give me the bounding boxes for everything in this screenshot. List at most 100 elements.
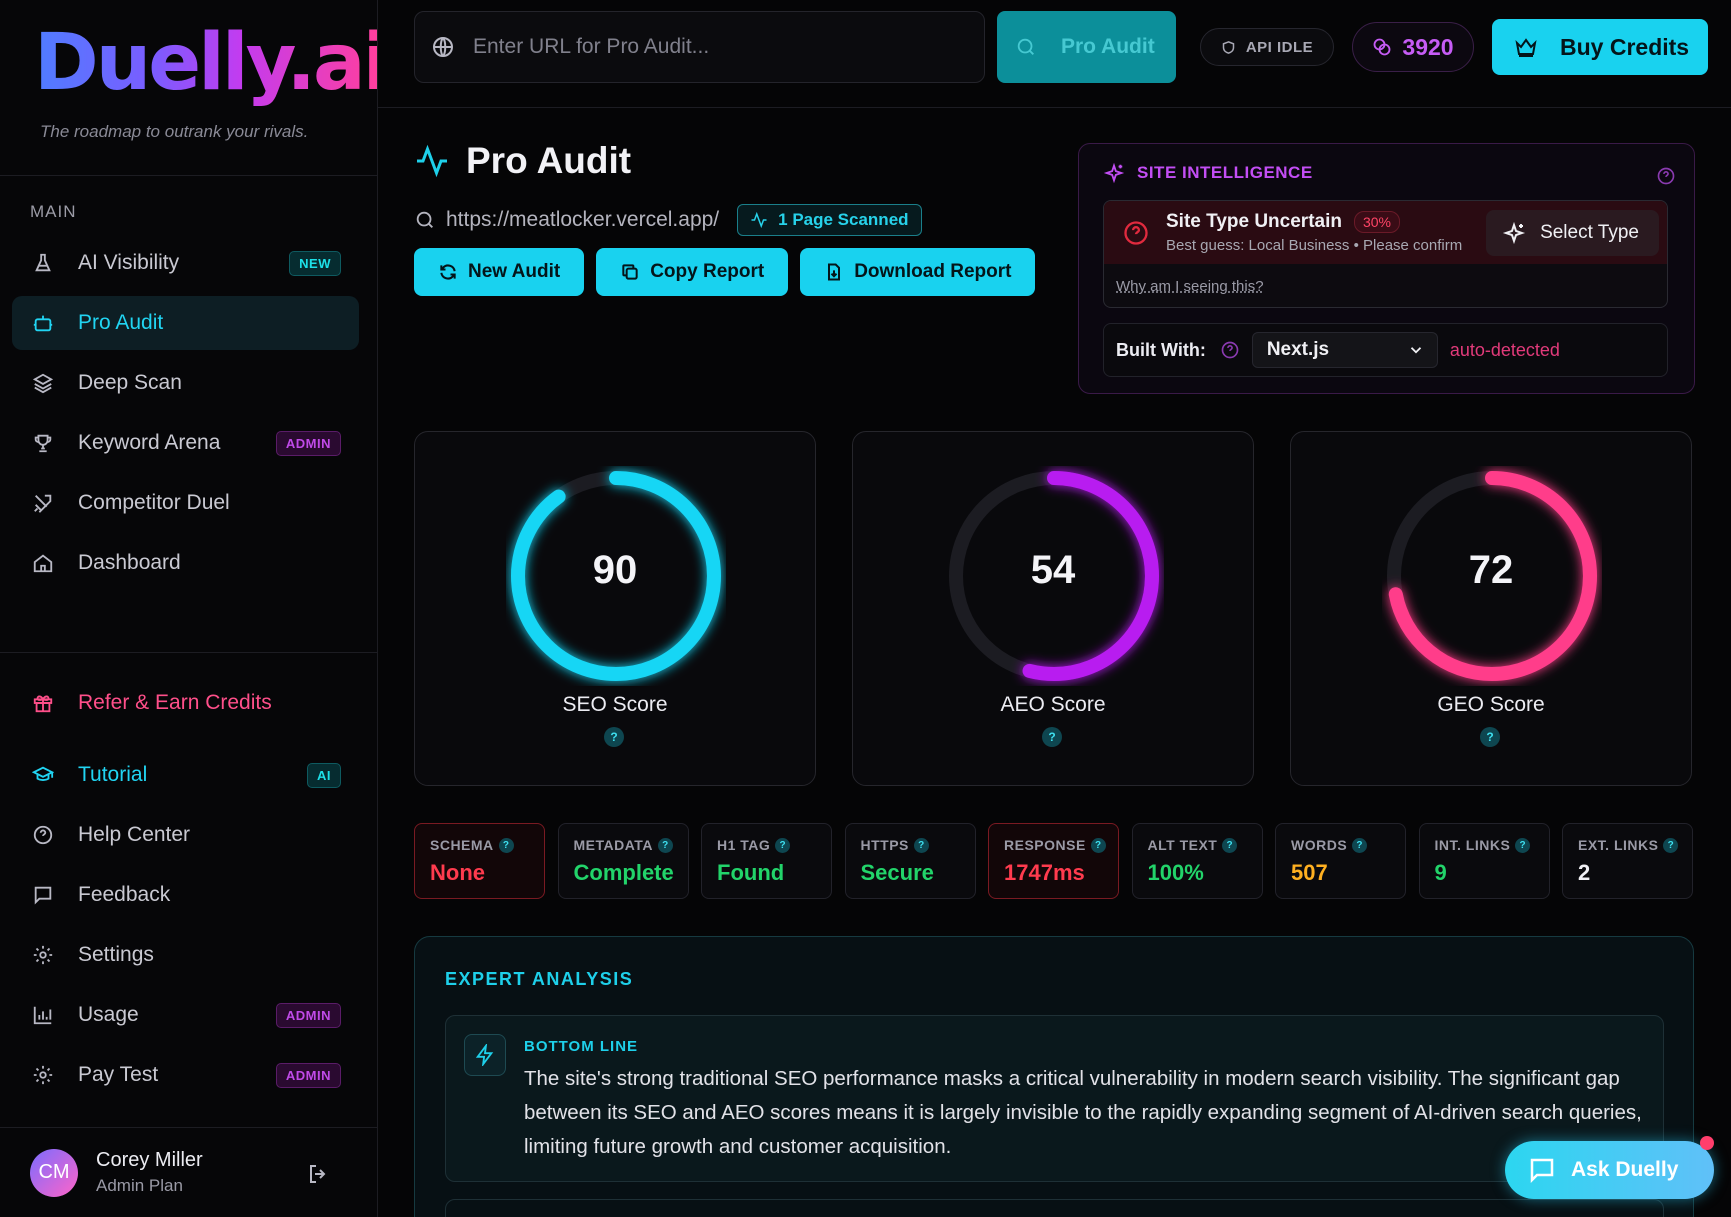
admin-badge: ADMIN bbox=[275, 431, 341, 456]
framework-select[interactable]: Next.js bbox=[1251, 332, 1438, 368]
why-link[interactable]: Why am I seeing this? bbox=[1104, 264, 1667, 295]
help-icon[interactable]: ? bbox=[1515, 837, 1531, 853]
help-icon[interactable] bbox=[1220, 340, 1240, 360]
url-field[interactable] bbox=[414, 11, 985, 83]
audited-url[interactable]: https://meatlocker.vercel.app/ bbox=[446, 208, 719, 232]
topbar: Pro Audit API IDLE 3920 Buy Credits bbox=[378, 0, 1731, 108]
site-type-warning: Site Type Uncertain 30% Best guess: Loca… bbox=[1104, 201, 1667, 264]
search-icon bbox=[1015, 36, 1037, 58]
sidebar-item-ai-visibility[interactable]: AI Visibility NEW bbox=[12, 236, 359, 290]
sidebar-item-label: Deep Scan bbox=[78, 371, 182, 394]
sparkles-icon bbox=[1502, 221, 1526, 245]
help-icon[interactable]: ? bbox=[1663, 837, 1679, 853]
metric-label-row: METADATA? bbox=[574, 837, 688, 853]
sidebar-item-help-center[interactable]: Help Center bbox=[12, 808, 359, 862]
robot-icon bbox=[30, 310, 56, 336]
sidebar-item-feedback[interactable]: Feedback bbox=[12, 868, 359, 922]
activity-icon bbox=[414, 143, 450, 179]
credits-badge[interactable]: 3920 bbox=[1352, 22, 1474, 72]
metric-label-row: HTTPS? bbox=[861, 837, 975, 853]
help-icon[interactable]: ? bbox=[1090, 837, 1106, 853]
metric-alt-text: ALT TEXT? 100% bbox=[1131, 823, 1263, 899]
next-analysis-card bbox=[445, 1199, 1664, 1217]
confidence-badge: 30% bbox=[1353, 211, 1401, 233]
gear-icon bbox=[30, 1062, 56, 1088]
ask-duelly-button[interactable]: Ask Duelly bbox=[1505, 1141, 1714, 1199]
built-with-row: Built With: Next.js auto-detected bbox=[1103, 323, 1668, 377]
refresh-icon bbox=[438, 262, 458, 282]
sidebar-item-label: Dashboard bbox=[78, 551, 181, 574]
user-plan: Admin Plan bbox=[96, 1176, 183, 1195]
download-report-button[interactable]: Download Report bbox=[800, 248, 1036, 296]
score-card-geo: 72 GEO Score? bbox=[1290, 431, 1692, 786]
sidebar-item-settings[interactable]: Settings bbox=[12, 928, 359, 982]
sidebar-item-label: Keyword Arena bbox=[78, 431, 221, 454]
help-icon[interactable] bbox=[1656, 166, 1676, 186]
sidebar-divider bbox=[0, 652, 378, 653]
metric-label-row: WORDS? bbox=[1291, 837, 1405, 853]
expert-analysis-title: EXPERT ANALYSIS bbox=[445, 969, 634, 989]
buy-credits-button[interactable]: Buy Credits bbox=[1492, 19, 1708, 75]
metric-words: WORDS? 507 bbox=[1275, 823, 1406, 899]
site-intelligence-title-text: SITE INTELLIGENCE bbox=[1137, 163, 1313, 182]
metric-label: H1 TAG bbox=[717, 837, 771, 853]
site-type-title: Site Type Uncertain bbox=[1166, 211, 1342, 232]
metric-label: HTTPS bbox=[860, 837, 909, 853]
bottom-line-title: BOTTOM LINE bbox=[524, 1038, 639, 1055]
pro-audit-button-label: Pro Audit bbox=[1061, 35, 1155, 58]
help-icon[interactable]: ? bbox=[1352, 837, 1368, 853]
gear-icon bbox=[30, 942, 56, 968]
globe-icon bbox=[431, 35, 455, 59]
metric-response: RESPONSE? 1747ms bbox=[988, 823, 1119, 899]
metric-label: ALT TEXT bbox=[1147, 837, 1218, 853]
metric-label-row: INT. LINKS? bbox=[1435, 837, 1549, 853]
sidebar: Duelly.ai The roadmap to outrank your ri… bbox=[0, 0, 389, 1217]
help-icon[interactable]: ? bbox=[913, 837, 929, 853]
help-icon[interactable]: ? bbox=[1222, 837, 1238, 853]
sidebar-item-dashboard[interactable]: Dashboard bbox=[12, 536, 359, 590]
sidebar-item-label: Competitor Duel bbox=[78, 491, 230, 514]
url-input[interactable] bbox=[473, 35, 953, 59]
bottom-line-text: The site's strong traditional SEO perfor… bbox=[524, 1067, 1642, 1158]
site-type-card: Site Type Uncertain 30% Best guess: Loca… bbox=[1103, 200, 1668, 308]
sidebar-item-pro-audit[interactable]: Pro Audit bbox=[12, 296, 359, 350]
metric-label: SCHEMA bbox=[430, 837, 494, 853]
sidebar-item-competitor-duel[interactable]: Competitor Duel bbox=[12, 476, 359, 530]
help-icon[interactable]: ? bbox=[657, 837, 673, 853]
new-audit-label: New Audit bbox=[468, 261, 561, 282]
metric-https: HTTPS? Secure bbox=[844, 823, 976, 899]
help-icon[interactable]: ? bbox=[1042, 727, 1062, 747]
sidebar-item-usage[interactable]: Usage ADMIN bbox=[12, 988, 359, 1042]
help-icon[interactable]: ? bbox=[1480, 727, 1500, 747]
pro-audit-button[interactable]: Pro Audit bbox=[997, 11, 1176, 83]
sidebar-item-keyword-arena[interactable]: Keyword Arena ADMIN bbox=[12, 416, 359, 470]
logout-icon[interactable] bbox=[306, 1162, 330, 1186]
help-icon[interactable]: ? bbox=[604, 727, 624, 747]
sidebar-item-tutorial[interactable]: Tutorial AI bbox=[12, 748, 359, 802]
metric-value: 1747ms bbox=[1004, 860, 1085, 885]
site-intelligence-panel: SITE INTELLIGENCE Site Type Uncertain 30… bbox=[1078, 143, 1695, 394]
section-label-main: MAIN bbox=[30, 202, 77, 221]
metric-label: RESPONSE bbox=[1004, 837, 1086, 853]
file-download-icon bbox=[824, 262, 844, 282]
site-intelligence-title: SITE INTELLIGENCE bbox=[1103, 162, 1313, 184]
help-icon[interactable]: ? bbox=[775, 837, 791, 853]
sidebar-item-pay-test[interactable]: Pay Test ADMIN bbox=[12, 1048, 359, 1102]
bottom-line-card: BOTTOM LINE The site's strong traditiona… bbox=[445, 1015, 1664, 1182]
select-type-button[interactable]: Select Type bbox=[1486, 210, 1659, 256]
metric-label-row: SCHEMA? bbox=[430, 837, 544, 853]
ai-badge: AI bbox=[307, 763, 341, 788]
logo[interactable]: Duelly.ai bbox=[34, 18, 389, 108]
metric-label: INT. LINKS bbox=[1434, 837, 1511, 853]
metric-value: 100% bbox=[1147, 860, 1204, 885]
avatar[interactable]: CM bbox=[30, 1148, 78, 1197]
swords-icon bbox=[30, 490, 56, 516]
copy-report-button[interactable]: Copy Report bbox=[596, 248, 789, 296]
sidebar-item-deep-scan[interactable]: Deep Scan bbox=[12, 356, 359, 410]
new-audit-button[interactable]: New Audit bbox=[414, 248, 585, 296]
sidebar-item-refer[interactable]: Refer & Earn Credits bbox=[12, 676, 359, 730]
help-icon[interactable]: ? bbox=[498, 837, 514, 853]
api-status-text: API IDLE bbox=[1245, 38, 1314, 56]
brand: Duelly.ai The roadmap to outrank your ri… bbox=[0, 0, 389, 176]
metric-metadata: METADATA? Complete bbox=[557, 823, 689, 899]
